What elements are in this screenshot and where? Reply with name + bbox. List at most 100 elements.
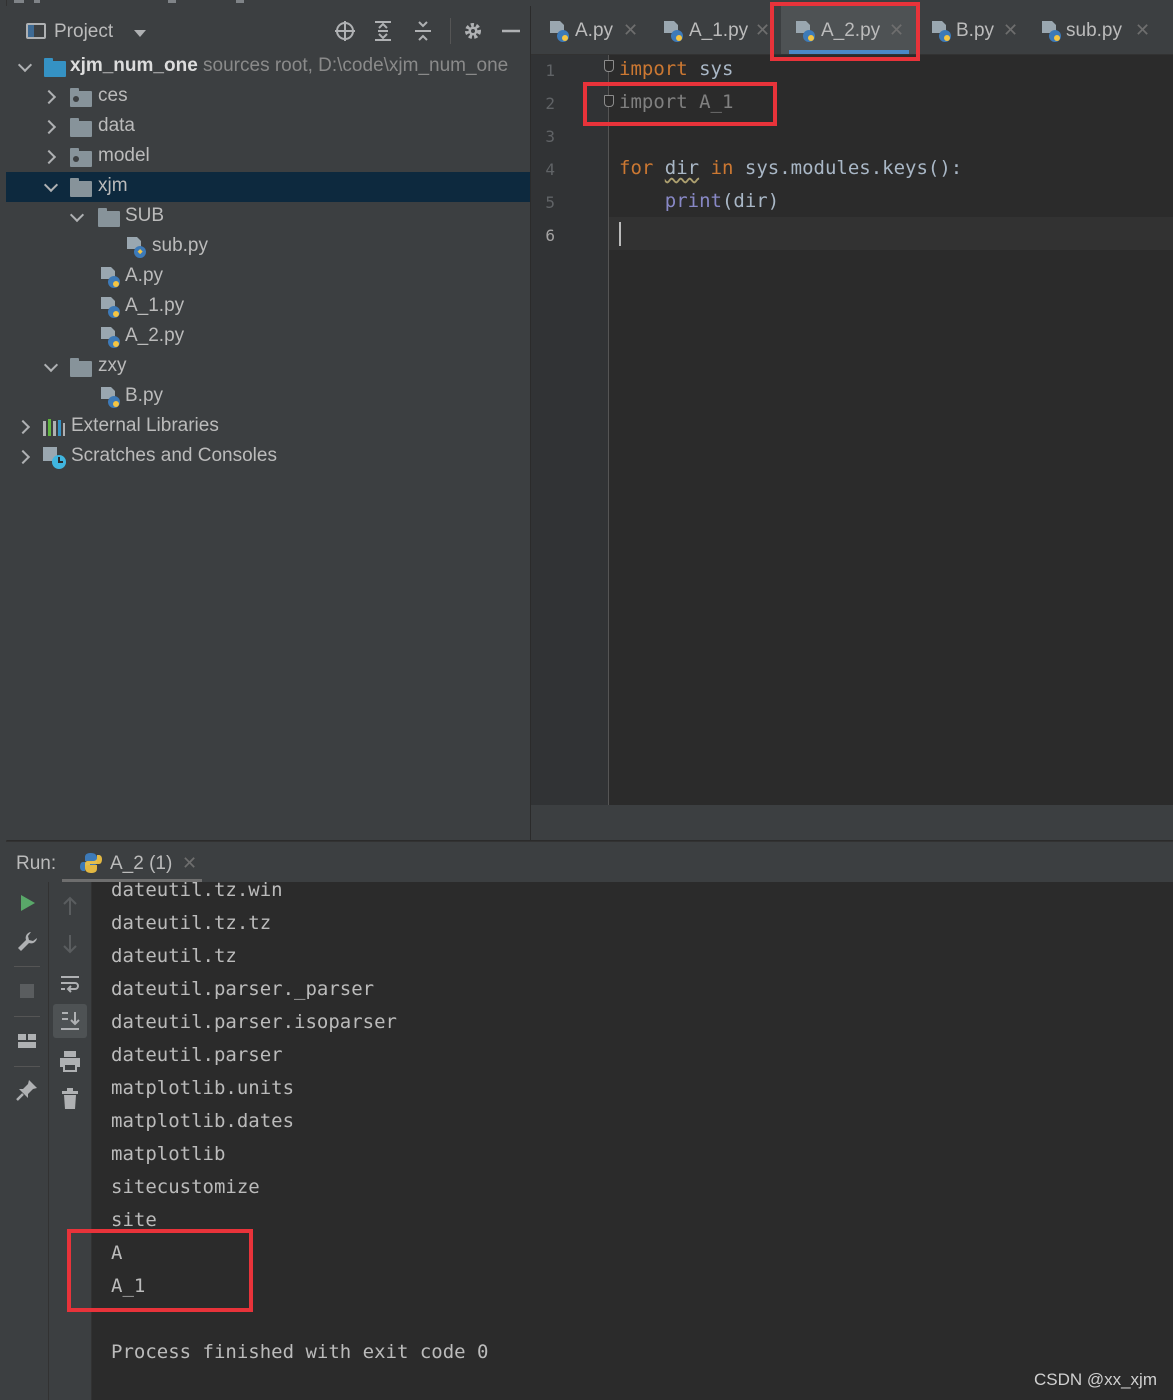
python-file-icon: [101, 387, 120, 408]
soft-wrap-icon[interactable]: [58, 972, 82, 996]
tab-a-py[interactable]: A.py ✕: [541, 6, 645, 54]
tree-item-data[interactable]: data: [6, 112, 530, 142]
tree-item-external-libraries[interactable]: External Libraries: [6, 412, 530, 442]
tree-item-zxy[interactable]: zxy: [6, 352, 530, 382]
layout-icon[interactable]: [15, 1029, 39, 1053]
run-toolbar-secondary: [49, 882, 92, 1400]
fold-marker-icon[interactable]: [604, 60, 614, 72]
run-tab-label: A_2 (1): [110, 853, 173, 874]
chevron-right-icon[interactable]: [41, 149, 57, 165]
tree-item-a2-py[interactable]: A_2.py: [6, 322, 530, 352]
chevron-down-icon[interactable]: [43, 177, 59, 193]
tree-item-sub-folder[interactable]: SUB: [6, 202, 530, 232]
project-title[interactable]: Project: [54, 21, 113, 43]
collapse-all-icon[interactable]: [412, 20, 434, 42]
locate-icon[interactable]: [334, 20, 356, 42]
expand-all-icon[interactable]: [372, 20, 394, 42]
tab-label: sub.py: [1066, 20, 1122, 41]
chevron-down-icon[interactable]: [69, 207, 85, 223]
tree-item-label: A_1.py: [125, 295, 185, 316]
code-editor[interactable]: 1 2 3 4 5 6 import sys import A_1 for di…: [531, 55, 1173, 805]
tree-item-a-py[interactable]: A.py: [6, 262, 530, 292]
tree-item-xjm[interactable]: xjm: [6, 172, 530, 202]
close-icon[interactable]: ✕: [1135, 20, 1150, 41]
python-file-icon: [127, 237, 146, 258]
tree-item-a1-py[interactable]: A_1.py: [6, 292, 530, 322]
editor-footer: [531, 805, 1173, 840]
project-root-name: xjm_num_one: [70, 55, 198, 76]
tree-item-b-py[interactable]: B.py: [6, 382, 530, 412]
code-line-5: print(dir): [619, 190, 779, 212]
tree-item-label: sub.py: [152, 235, 208, 256]
close-icon[interactable]: ✕: [755, 20, 770, 41]
run-console-output[interactable]: dateutil.tz.win dateutil.tz.tz dateutil.…: [92, 879, 1173, 1400]
annotation-box-active-tab: [770, 2, 920, 61]
tree-item-scratches[interactable]: Scratches and Consoles: [6, 442, 530, 472]
close-icon[interactable]: ✕: [182, 853, 197, 874]
hide-panel-icon[interactable]: [500, 20, 522, 42]
console-line: sitecustomize: [111, 1176, 260, 1198]
tab-b-py[interactable]: B.py ✕: [923, 6, 1023, 54]
console-line: dateutil.tz.tz: [111, 912, 272, 934]
print-icon[interactable]: [58, 1049, 82, 1073]
arrow-down-icon[interactable]: [58, 932, 82, 956]
chevron-right-icon[interactable]: [15, 419, 31, 435]
tree-item-ces[interactable]: ces: [6, 82, 530, 112]
tree-item-project-root[interactable]: xjm_num_one sources root, D:\code\xjm_nu…: [6, 52, 530, 82]
wrench-icon[interactable]: [15, 930, 39, 954]
line-number: 3: [545, 127, 555, 146]
code-line-1: import sys: [619, 58, 733, 80]
line-number: 2: [545, 94, 555, 113]
console-line: dateutil.tz.win: [111, 879, 283, 901]
run-tab[interactable]: A_2 (1) ✕: [62, 842, 202, 882]
tree-item-model[interactable]: model: [6, 142, 530, 172]
stop-icon[interactable]: [15, 979, 39, 1003]
console-line: matplotlib.units: [111, 1077, 295, 1099]
scroll-to-end-toggle[interactable]: [53, 1004, 87, 1038]
package-folder-icon: [70, 88, 92, 107]
run-toolbar-primary: [6, 882, 49, 1400]
chevron-right-icon[interactable]: [15, 449, 31, 465]
tab-label: B.py: [956, 20, 995, 41]
chevron-right-icon[interactable]: [41, 119, 57, 135]
console-line: dateutil.parser.isoparser: [111, 1011, 397, 1033]
tree-item-label: A_2.py: [125, 325, 185, 346]
python-file-icon: [101, 267, 120, 288]
package-folder-icon: [70, 148, 92, 167]
console-line: matplotlib: [111, 1143, 226, 1165]
project-root-path: sources root, D:\code\xjm_num_one: [203, 55, 509, 76]
code-keyword: import: [619, 58, 688, 80]
arrow-up-icon[interactable]: [58, 894, 82, 918]
tab-label: A.py: [575, 20, 614, 41]
pin-icon[interactable]: [15, 1078, 39, 1102]
gear-icon[interactable]: [462, 20, 484, 42]
folder-icon: [70, 358, 92, 377]
tree-item-sub-py[interactable]: sub.py: [6, 232, 530, 262]
line-number: 6: [545, 226, 555, 245]
code-text: sys: [687, 58, 734, 80]
python-icon: [80, 853, 102, 873]
console-line: dateutil.parser._parser: [111, 978, 375, 1000]
rerun-icon[interactable]: [15, 891, 39, 915]
tab-a1-py[interactable]: A_1.py ✕: [655, 6, 775, 54]
code-keyword: in: [710, 157, 734, 179]
chevron-right-icon[interactable]: [41, 89, 57, 105]
console-line: dateutil.parser: [111, 1044, 283, 1066]
close-icon[interactable]: ✕: [1003, 20, 1018, 41]
run-label: Run:: [16, 853, 57, 874]
tree-item-label: SUB: [125, 205, 165, 226]
project-header: Project: [6, 6, 530, 54]
chevron-down-icon[interactable]: [17, 57, 33, 73]
trash-icon[interactable]: [58, 1087, 82, 1111]
chevron-down-icon[interactable]: [134, 30, 146, 37]
toolbar-separator: [14, 1066, 40, 1067]
folder-icon: [70, 178, 92, 197]
console-exit-message: Process finished with exit code 0: [111, 1341, 489, 1363]
tree-item-label: data: [98, 115, 135, 136]
chevron-down-icon[interactable]: [43, 357, 59, 373]
code-builtin: print: [664, 190, 722, 212]
tab-sub-py[interactable]: sub.py ✕: [1033, 6, 1163, 54]
code-keyword: for: [619, 157, 654, 179]
run-panel-header: Run: A_2 (1) ✕: [6, 841, 1173, 882]
close-icon[interactable]: ✕: [623, 20, 638, 41]
